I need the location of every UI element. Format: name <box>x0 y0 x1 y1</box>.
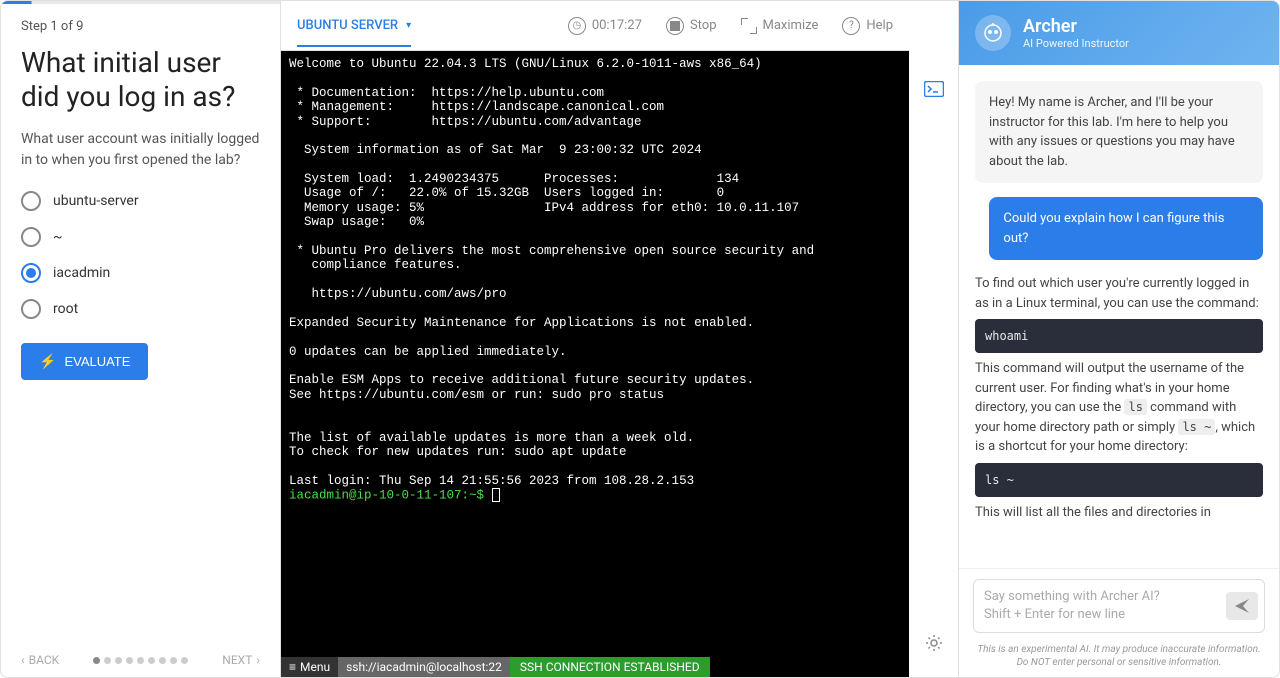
back-label: BACK <box>29 653 60 667</box>
chat-header: Archer AI Powered Instructor <box>959 1 1279 65</box>
terminal-footer: ≡ Menu ssh://iacadmin@localhost:22 SSH C… <box>281 657 909 677</box>
inline-code: ls <box>1124 399 1146 415</box>
maximize-icon <box>741 18 757 34</box>
question-description: What user account was initially logged i… <box>21 129 260 171</box>
send-button[interactable] <box>1226 592 1258 620</box>
terminal-prompt: iacadmin@ip-10-0-11-107:~$ <box>289 489 492 503</box>
chat-disclaimer: This is an experimental AI. It may produ… <box>959 639 1279 677</box>
help-icon: ? <box>842 17 860 35</box>
server-tab[interactable]: UBUNTU SERVER ▾ <box>297 18 411 47</box>
chevron-right-icon: › <box>256 653 260 667</box>
terminal-panel: UBUNTU SERVER ▾ ◷ 00:17:27 Stop Maximize… <box>281 1 909 677</box>
option-label: ~ <box>53 229 63 245</box>
terminal-shortcut-icon[interactable] <box>924 81 944 102</box>
step-dot[interactable] <box>126 657 133 664</box>
step-nav: ‹ BACK NEXT › <box>21 643 260 667</box>
menu-label: Menu <box>300 660 330 674</box>
chat-messages[interactable]: Hey! My name is Archer, and I'll be your… <box>959 65 1279 568</box>
back-button[interactable]: ‹ BACK <box>21 653 59 667</box>
code-block: whoami <box>975 319 1263 353</box>
evaluate-button[interactable]: ⚡ EVALUATE <box>21 343 148 380</box>
radio-icon <box>21 191 41 211</box>
bot-avatar-icon <box>975 15 1011 51</box>
terminal-output[interactable]: Welcome to Ubuntu 22.04.3 LTS (GNU/Linux… <box>281 51 909 657</box>
chat-input[interactable]: Say something with Archer AI? Shift + En… <box>973 579 1265 633</box>
chevron-left-icon: ‹ <box>21 653 25 667</box>
option-label: iacadmin <box>53 265 110 281</box>
step-dot[interactable] <box>159 657 166 664</box>
right-icon-bar <box>909 1 959 677</box>
ssh-address: ssh://iacadmin@localhost:22 <box>338 657 510 677</box>
timer-value: 00:17:27 <box>592 18 642 33</box>
step-dot[interactable] <box>170 657 177 664</box>
option-tilde[interactable]: ~ <box>21 227 260 247</box>
step-dot[interactable] <box>104 657 111 664</box>
chat-panel: Archer AI Powered Instructor Hey! My nam… <box>959 1 1279 677</box>
next-label: NEXT <box>222 653 252 667</box>
inline-code: ls ~ <box>1178 419 1215 435</box>
code-block: ls ~ <box>975 463 1263 497</box>
chat-input-area: Say something with Archer AI? Shift + En… <box>959 568 1279 639</box>
option-label: ubuntu-server <box>53 193 139 209</box>
terminal-header: UBUNTU SERVER ▾ ◷ 00:17:27 Stop Maximize… <box>281 1 909 51</box>
question-panel: Step 1 of 9 What initial user did you lo… <box>1 1 281 677</box>
chat-placeholder: Say something with Archer AI? Shift + En… <box>984 588 1224 624</box>
hamburger-icon: ≡ <box>289 660 296 674</box>
bot-text: To find out which user you're currently … <box>975 276 1259 311</box>
step-dots <box>93 657 188 664</box>
option-label: root <box>53 301 78 317</box>
user-message: Could you explain how I can figure this … <box>989 197 1263 260</box>
option-root[interactable]: root <box>21 299 260 319</box>
evaluate-label: EVALUATE <box>64 354 130 369</box>
radio-icon <box>21 227 41 247</box>
help-label: Help <box>866 18 893 33</box>
step-dot[interactable] <box>181 657 188 664</box>
maximize-label: Maximize <box>763 18 819 33</box>
timer: ◷ 00:17:27 <box>568 17 642 35</box>
stop-label: Stop <box>690 18 717 33</box>
cursor-icon <box>492 488 500 502</box>
clock-icon: ◷ <box>568 17 586 35</box>
step-dot[interactable] <box>93 657 100 664</box>
settings-button[interactable] <box>925 634 943 657</box>
bot-message: To find out which user you're currently … <box>975 274 1263 522</box>
step-dot[interactable] <box>148 657 155 664</box>
bot-text: This will list all the files and directo… <box>975 505 1211 520</box>
server-tab-label: UBUNTU SERVER <box>297 18 398 33</box>
chat-bot-name: Archer <box>1023 16 1129 37</box>
next-button[interactable]: NEXT › <box>222 653 260 667</box>
answer-options: ubuntu-server ~ iacadmin root <box>21 191 260 319</box>
send-icon <box>1234 598 1250 614</box>
ssh-status: SSH CONNECTION ESTABLISHED <box>510 657 710 677</box>
stop-icon <box>666 17 684 35</box>
option-iacadmin[interactable]: iacadmin <box>21 263 260 283</box>
terminal-text: Welcome to Ubuntu 22.04.3 LTS (GNU/Linux… <box>289 57 814 488</box>
stop-button[interactable]: Stop <box>666 17 717 35</box>
step-indicator: Step 1 of 9 <box>21 19 260 34</box>
step-dot[interactable] <box>115 657 122 664</box>
chat-bot-subtitle: AI Powered Instructor <box>1023 37 1129 50</box>
terminal-menu-button[interactable]: ≡ Menu <box>281 657 338 677</box>
help-button[interactable]: ? Help <box>842 17 893 35</box>
bolt-icon: ⚡ <box>39 353 56 370</box>
radio-icon <box>21 263 41 283</box>
radio-icon <box>21 299 41 319</box>
caret-down-icon: ▾ <box>406 20 411 31</box>
bot-message: Hey! My name is Archer, and I'll be your… <box>975 81 1263 183</box>
step-dot[interactable] <box>137 657 144 664</box>
maximize-button[interactable]: Maximize <box>741 18 819 34</box>
option-ubuntu-server[interactable]: ubuntu-server <box>21 191 260 211</box>
question-title: What initial user did you log in as? <box>21 46 260 113</box>
